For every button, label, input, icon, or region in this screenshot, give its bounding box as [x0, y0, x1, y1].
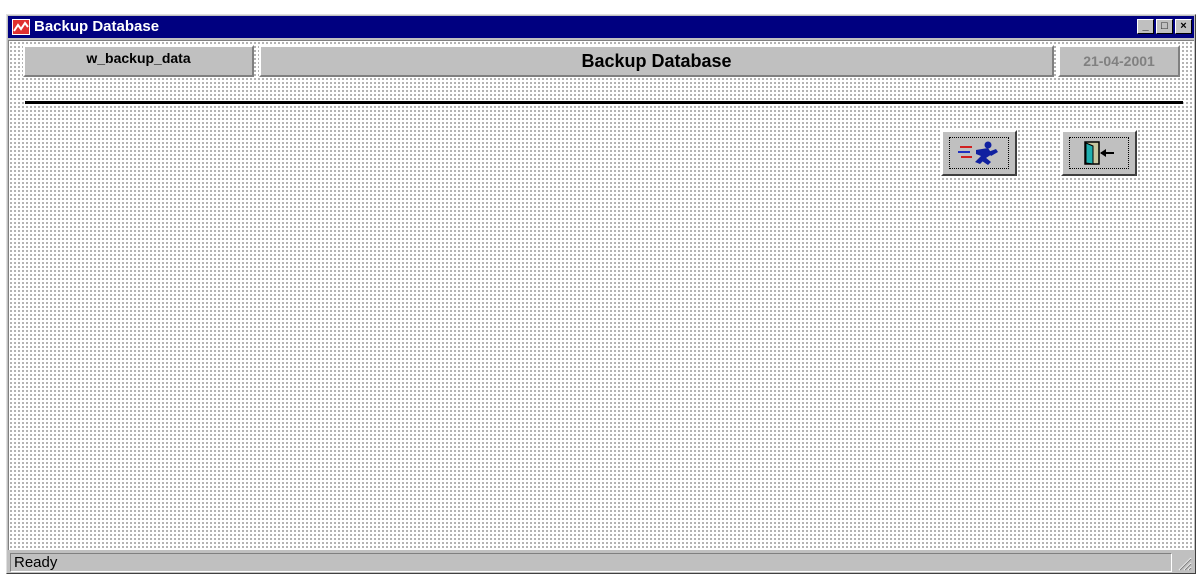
date-display: 21-04-2001 [1058, 45, 1180, 77]
minimize-button[interactable]: _ [1137, 19, 1154, 34]
window-name-box: w_backup_data [23, 45, 254, 77]
page-title: Backup Database [259, 45, 1054, 77]
resize-grip-icon[interactable] [1176, 555, 1192, 571]
exit-door-icon [1084, 141, 1114, 165]
status-bar: Ready [8, 551, 1194, 573]
title-bar[interactable]: Backup Database _ □ × [8, 16, 1194, 38]
close-button[interactable]: × [1175, 19, 1192, 34]
header-divider [25, 101, 1183, 104]
app-icon [12, 19, 30, 35]
exit-button[interactable] [1061, 130, 1137, 176]
window-title: Backup Database [34, 18, 160, 35]
backup-window: Backup Database _ □ × w_backup_data Back… [6, 14, 1196, 574]
running-man-icon [958, 141, 998, 165]
maximize-button[interactable]: □ [1156, 19, 1173, 34]
status-text: Ready [10, 553, 1172, 572]
client-area: w_backup_data Backup Database 21-04-2001 [8, 40, 1194, 550]
window-name-label: w_backup_data [86, 50, 191, 66]
run-backup-button[interactable] [941, 130, 1017, 176]
